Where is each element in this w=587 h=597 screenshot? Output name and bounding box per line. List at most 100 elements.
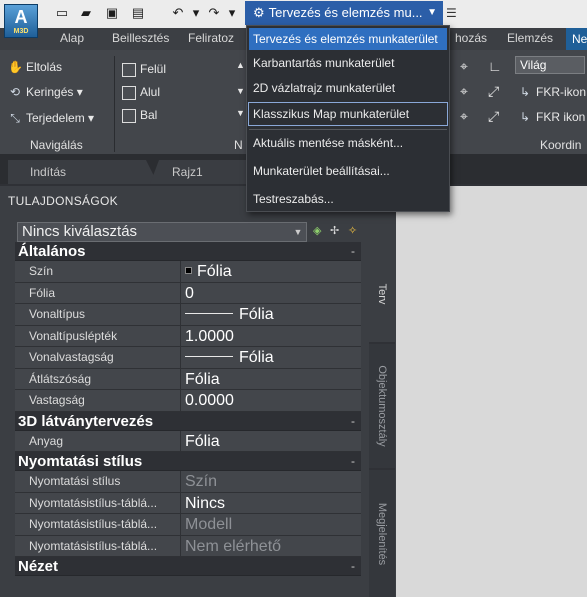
redo-dropdown-icon[interactable]: ▾ — [224, 6, 240, 20]
print-icon[interactable]: ▤ — [130, 6, 146, 20]
chevron-down-icon: ▾ — [76, 85, 83, 99]
tab-start[interactable]: Indítás — [8, 160, 158, 184]
ucs-icon-properties-button[interactable]: ↳ FKR ikon tula — [518, 110, 587, 124]
ucs-world-icon[interactable]: ⌖ — [460, 58, 468, 75]
save-icon[interactable]: ▣ — [104, 6, 120, 20]
collapse-icon[interactable]: - — [351, 242, 355, 261]
tab-analyze[interactable]: Elemzés — [507, 31, 553, 45]
tab-view[interactable]: Ne — [566, 28, 587, 50]
pan-button[interactable]: ✋ Eltolás — [8, 60, 62, 74]
property-value[interactable]: Fólia — [181, 347, 361, 368]
tab-home[interactable]: Alap — [60, 31, 84, 45]
property-name: Átlátszóság — [15, 368, 181, 389]
quick-select-icon[interactable]: ✧ — [348, 224, 357, 237]
property-row[interactable]: Szín Fólia — [15, 261, 361, 283]
property-row[interactable]: Anyag Fólia — [15, 430, 361, 452]
property-value-text: 0.0000 — [185, 392, 234, 409]
menu-item-classic-map[interactable]: Klasszikus Map munkaterület — [248, 102, 448, 126]
redo-icon[interactable]: ↷ — [206, 6, 222, 20]
ucs-angle-icon[interactable]: ∟ — [488, 58, 502, 74]
orbit-button[interactable]: ⟲ Keringés ▾ — [8, 85, 83, 99]
category-title: 3D látványtervezés — [18, 412, 154, 430]
customize-qat-icon[interactable]: ☰ — [446, 6, 458, 20]
category-title: Nyomtatási stílus — [18, 453, 143, 470]
tab-object-class[interactable]: Objektumosztály — [369, 344, 395, 468]
ucs-3point-icon[interactable]: ⌖ — [460, 108, 468, 125]
line-sample-icon — [185, 356, 233, 357]
property-row[interactable]: Nyomtatásistílus-táblá... Modell — [15, 514, 361, 536]
property-value[interactable]: Fólia — [181, 368, 361, 389]
property-name: Anyag — [15, 430, 181, 451]
property-value[interactable]: Nem elérhető — [181, 535, 361, 556]
property-category[interactable]: 3D látványtervezés - — [15, 411, 361, 431]
scroll-up-icon[interactable]: ▲ — [236, 60, 245, 70]
property-category[interactable]: Általános - — [15, 242, 361, 261]
category-title: Általános — [18, 243, 86, 260]
property-value-text: Nem elérhető — [185, 537, 282, 555]
menu-item-customize[interactable]: Testreszabás... — [249, 188, 447, 210]
select-objects-icon[interactable]: ✢ — [330, 224, 339, 237]
expand-icon[interactable]: ▼ — [236, 108, 245, 118]
property-value[interactable]: 0.0000 — [181, 390, 361, 411]
collapse-icon[interactable]: - — [351, 412, 355, 431]
workspace-switcher[interactable]: ⚙ Tervezés és elemzés mu... ▼ — [245, 1, 443, 25]
ucs-z-icon[interactable]: ⤢ — [488, 83, 499, 100]
drawing-canvas[interactable] — [396, 186, 587, 597]
property-row[interactable]: Vonaltípus Fólia — [15, 304, 361, 326]
ucs-icon-button[interactable]: ↳ FKR-ikon — [518, 85, 586, 99]
property-row[interactable]: Átlátszóság Fólia — [15, 368, 361, 390]
panel-divider — [114, 56, 115, 152]
collapse-icon[interactable]: - — [351, 452, 355, 471]
menu-item-save-current-as[interactable]: Aktuális mentése másként... — [249, 132, 447, 154]
property-value[interactable]: Szín — [181, 471, 361, 492]
ucs-view-icon[interactable]: ⤢ — [488, 108, 499, 125]
hand-icon: ✋ — [8, 60, 23, 74]
undo-dropdown-icon[interactable]: ▾ — [188, 6, 204, 20]
tab-object-class-label: Objektumosztály — [376, 365, 388, 447]
property-value-text: Nincs — [185, 494, 226, 512]
open-folder-icon[interactable]: ▰ — [78, 6, 94, 20]
tab-create[interactable]: hozás — [455, 31, 487, 45]
property-row[interactable]: Fólia 0 — [15, 282, 361, 304]
property-value[interactable]: Modell — [181, 514, 361, 535]
scroll-down-icon[interactable]: ▼ — [236, 86, 245, 96]
selection-dropdown[interactable]: Nincs kiválasztás ▼ — [17, 222, 307, 242]
tab-display[interactable]: Megjelenítés — [369, 470, 395, 597]
view-left-icon — [122, 109, 136, 123]
tab-insert[interactable]: Beillesztés — [112, 31, 169, 45]
property-category[interactable]: Nézet - — [15, 557, 361, 576]
property-row[interactable]: Nyomtatásistílus-táblá... Nincs — [15, 492, 361, 514]
property-value[interactable]: 1.0000 — [181, 325, 361, 346]
menu-item-maintenance[interactable]: Karbantartás munkaterület — [249, 52, 447, 74]
property-value[interactable]: 0 — [181, 282, 361, 303]
property-row[interactable]: Vonaltípuslépték 1.0000 — [15, 325, 361, 347]
extents-button[interactable]: ⤡ Terjedelem ▾ — [8, 111, 94, 126]
undo-icon[interactable]: ↶ — [170, 6, 186, 20]
property-row[interactable]: Vastagság 0.0000 — [15, 390, 361, 412]
application-menu-button[interactable]: A M3D — [4, 4, 38, 38]
tab-design[interactable]: Terv — [369, 246, 395, 342]
menu-item-planning-analysis[interactable]: Tervezés és elemzés munkaterület — [249, 28, 447, 50]
ucs-origin-icon[interactable]: ⌖ — [460, 83, 468, 100]
property-value[interactable]: Fólia — [181, 430, 361, 451]
property-value[interactable]: Fólia — [181, 304, 361, 325]
property-row[interactable]: Vonalvastagság Fólia — [15, 347, 361, 369]
property-row[interactable]: Nyomtatási stílus Szín — [15, 471, 361, 493]
property-value[interactable]: Fólia — [181, 261, 361, 282]
world-ucs-dropdown[interactable]: Világ — [515, 56, 585, 74]
menu-item-2d-drafting[interactable]: 2D vázlatrajz munkaterület — [249, 77, 447, 99]
toggle-pickadd-icon[interactable]: ◈ — [313, 224, 321, 237]
view-bottom-button[interactable]: Alul — [140, 85, 160, 99]
property-value-text: Fólia — [239, 306, 274, 323]
collapse-icon[interactable]: - — [351, 557, 355, 576]
property-category[interactable]: Nyomtatási stílus - — [15, 452, 361, 471]
menu-item-workspace-settings[interactable]: Munkaterület beállításai... — [249, 160, 447, 182]
view-left-button[interactable]: Bal — [140, 108, 157, 122]
property-value[interactable]: Nincs — [181, 492, 361, 513]
coordinates-panel-title: Koordin — [540, 138, 582, 152]
tab-annotate[interactable]: Feliratoz — [188, 31, 234, 45]
ucs-icon-properties-label: FKR ikon tula — [536, 110, 587, 124]
new-file-icon[interactable]: ▭ — [54, 6, 70, 20]
property-row[interactable]: Nyomtatásistílus-táblá... Nem elérhető — [15, 535, 361, 557]
view-top-button[interactable]: Felül — [140, 62, 166, 76]
